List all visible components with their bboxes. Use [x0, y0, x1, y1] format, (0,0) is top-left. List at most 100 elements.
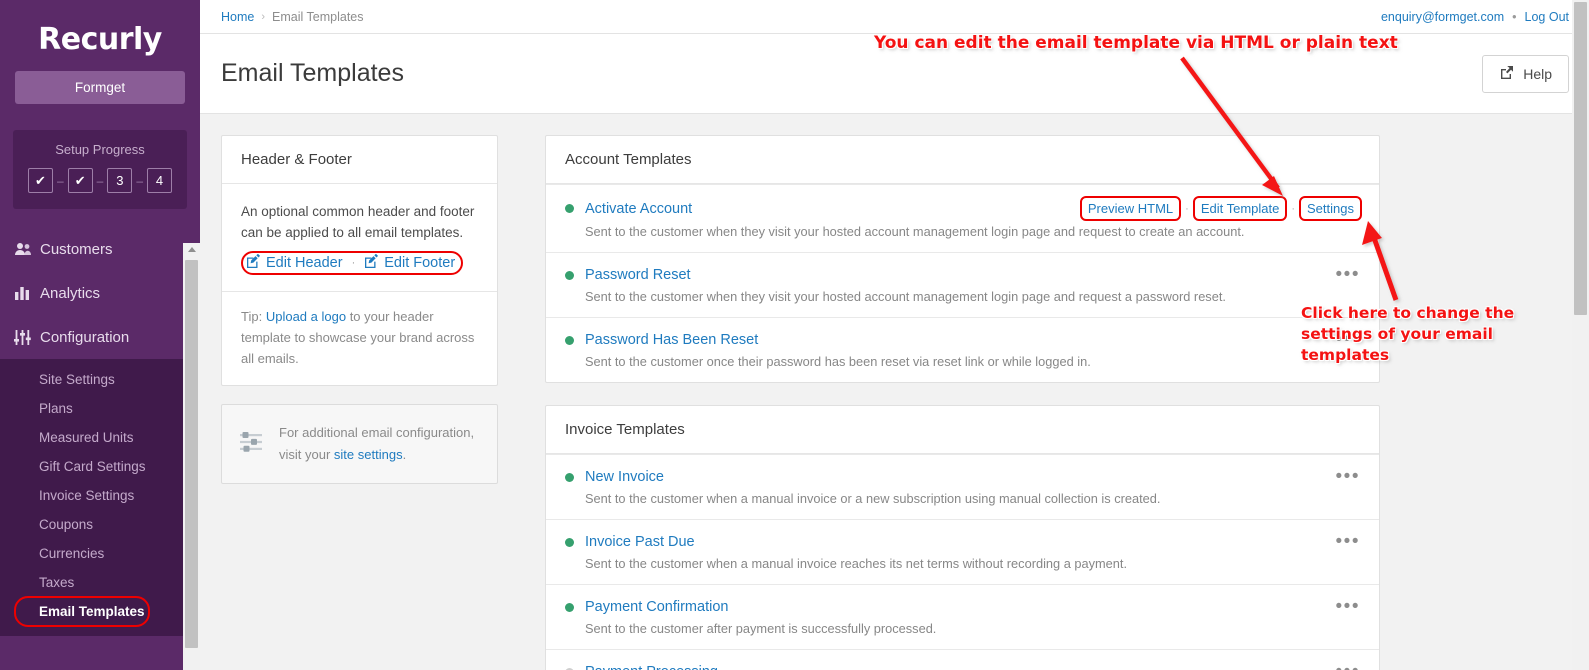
sidebar-item-configuration[interactable]: Configuration: [0, 315, 200, 359]
invoice-templates-card: Invoice Templates New Invoice ••• Sent t…: [545, 405, 1380, 670]
main-scrollbar[interactable]: [1572, 0, 1589, 670]
logout-link[interactable]: Log Out: [1525, 10, 1569, 24]
invoice-templates-title: Invoice Templates: [546, 406, 1379, 454]
external-link-icon: [1499, 65, 1514, 83]
template-name-link[interactable]: Activate Account: [585, 201, 692, 217]
header-footer-tip: Tip: Upload a logo to your header templa…: [222, 291, 497, 385]
sidebar-scrollbar[interactable]: [183, 243, 200, 670]
email-configuration-note-text: For additional email configuration, visi…: [279, 422, 481, 466]
row-menu-button[interactable]: •••: [1336, 467, 1360, 486]
account-email-link[interactable]: enquiry@formget.com: [1381, 10, 1504, 24]
scroll-up-arrow-icon[interactable]: [187, 247, 196, 252]
sidebar-item-customers[interactable]: Customers: [0, 227, 200, 271]
account-templates-card: Account Templates Activate Account Previ…: [545, 135, 1380, 383]
template-row-header: Payment Confirmation •••: [565, 597, 1360, 616]
help-button[interactable]: Help: [1482, 54, 1569, 93]
main-scrollbar-thumb[interactable]: [1574, 2, 1587, 315]
content-area: Header & Footer An optional common heade…: [200, 114, 1589, 670]
sidebar-item-measured-units[interactable]: Measured Units: [0, 423, 200, 452]
table-row: New Invoice ••• Sent to the customer whe…: [546, 454, 1379, 519]
row-menu-button[interactable]: •••: [1336, 597, 1360, 616]
sidebar-item-analytics-label: Analytics: [40, 284, 101, 302]
brand-logo-text: Recurly: [38, 22, 162, 57]
template-name-link[interactable]: Password Reset: [585, 267, 691, 283]
account-link-separator: •: [1512, 9, 1517, 24]
status-dot-active: [565, 537, 574, 547]
account-templates-title: Account Templates: [546, 136, 1379, 184]
sidebar-item-site-settings[interactable]: Site Settings: [0, 365, 200, 394]
account-switcher-label: Formget: [74, 80, 126, 95]
sidebar-item-gift-card-settings-label: Gift Card Settings: [39, 459, 146, 474]
template-name-link[interactable]: Invoice Past Due: [585, 534, 695, 550]
analytics-icon: [14, 286, 40, 300]
template-name-link[interactable]: New Invoice: [585, 469, 664, 485]
sidebar-item-email-templates[interactable]: Email Templates: [0, 596, 200, 627]
sidebar-item-coupons-label: Coupons: [39, 517, 94, 532]
setup-step-4[interactable]: 4: [147, 168, 173, 193]
template-name-link[interactable]: Payment Confirmation: [585, 599, 728, 615]
breadcrumb-current: Email Templates: [272, 9, 364, 24]
sidebar-item-invoice-settings[interactable]: Invoice Settings: [0, 481, 200, 510]
breadcrumb-home[interactable]: Home: [221, 10, 254, 24]
note-text-suffix: .: [402, 447, 407, 462]
header-footer-card: Header & Footer An optional common heade…: [221, 135, 498, 386]
upload-logo-link[interactable]: Upload a logo: [266, 309, 346, 324]
template-name-link[interactable]: Password Has Been Reset: [585, 332, 758, 348]
template-row-header: Invoice Past Due •••: [565, 532, 1360, 551]
account-switcher-button[interactable]: Formget: [15, 71, 185, 104]
sidebar-item-taxes[interactable]: Taxes: [0, 568, 200, 597]
preview-html-link[interactable]: Preview HTML: [1079, 196, 1182, 221]
sidebar-scrollbar-thumb[interactable]: [185, 260, 198, 648]
setup-progress-box: Setup Progress ✔ – ✔ – 3 – 4: [13, 130, 187, 209]
sidebar-item-currencies[interactable]: Currencies: [0, 539, 200, 568]
sidebar-item-email-templates-label: Email Templates: [39, 604, 145, 619]
sidebar-item-configuration-label: Configuration: [40, 328, 130, 346]
setup-step-1[interactable]: ✔: [27, 168, 53, 193]
template-row-header: Payment Processing •••: [565, 662, 1360, 670]
customers-icon: [14, 242, 40, 256]
brand-logo[interactable]: Recurly: [0, 0, 200, 57]
template-row-header: Activate Account Preview HTML · Edit Tem…: [565, 196, 1362, 221]
sidebar-item-customers-label: Customers: [40, 240, 113, 258]
template-row-header: Password Has Been Reset •••: [565, 330, 1360, 349]
edit-template-link[interactable]: Edit Template: [1192, 196, 1288, 221]
setup-step-2-label: ✔: [74, 172, 86, 188]
template-description: Sent to the customer once their password…: [585, 354, 1091, 369]
template-description: Sent to the customer when they visit you…: [585, 289, 1226, 304]
setup-step-2[interactable]: ✔: [67, 168, 93, 193]
setup-step-3[interactable]: 3: [107, 168, 133, 193]
row-menu-button[interactable]: •••: [1336, 265, 1360, 284]
setup-step-1-label: ✔: [35, 172, 46, 188]
site-settings-link[interactable]: site settings: [334, 447, 403, 462]
sidebar-item-analytics[interactable]: Analytics: [0, 271, 200, 315]
sidebar-item-invoice-settings-label: Invoice Settings: [39, 488, 135, 503]
row-menu-button[interactable]: •••: [1336, 532, 1360, 551]
account-links: enquiry@formget.com • Log Out: [1381, 10, 1569, 24]
template-name-link[interactable]: Payment Processing: [585, 664, 718, 670]
sidebar-item-plans-label: Plans: [39, 401, 73, 416]
sidebar-item-gift-card-settings[interactable]: Gift Card Settings: [0, 452, 200, 481]
annotation-edit-template-note: You can edit the email template via HTML…: [874, 33, 1398, 53]
sliders-icon: [238, 429, 264, 460]
configuration-subnav: Site Settings Plans Measured Units Gift …: [0, 359, 200, 636]
highlight-ring-preview-html: [1079, 196, 1182, 221]
left-column: Header & Footer An optional common heade…: [221, 135, 498, 670]
status-dot-active: [565, 602, 574, 612]
table-row: Payment Processing •••: [546, 649, 1379, 670]
header-footer-description: An optional common header and footer can…: [241, 204, 475, 240]
sidebar-item-site-settings-label: Site Settings: [39, 372, 115, 387]
recurly-email-templates-page: Recurly Formget Setup Progress ✔ – ✔ – 3…: [0, 0, 1589, 670]
sidebar-item-plans[interactable]: Plans: [0, 394, 200, 423]
right-column: Account Templates Activate Account Previ…: [545, 135, 1380, 670]
row-actions: Preview HTML · Edit Template · Settings: [1079, 196, 1362, 221]
status-dot-active: [565, 335, 574, 345]
template-row-header: Password Reset •••: [565, 265, 1360, 284]
table-row: Invoice Past Due ••• Sent to the custome…: [546, 519, 1379, 584]
settings-link[interactable]: Settings: [1299, 196, 1362, 221]
action-separator: ·: [1291, 202, 1296, 215]
sidebar-item-coupons[interactable]: Coupons: [0, 510, 200, 539]
template-description: Sent to the customer when a manual invoi…: [585, 491, 1161, 506]
template-row-header: New Invoice •••: [565, 467, 1360, 486]
sidebar-item-currencies-label: Currencies: [39, 546, 105, 561]
sidebar: Recurly Formget Setup Progress ✔ – ✔ – 3…: [0, 0, 200, 670]
